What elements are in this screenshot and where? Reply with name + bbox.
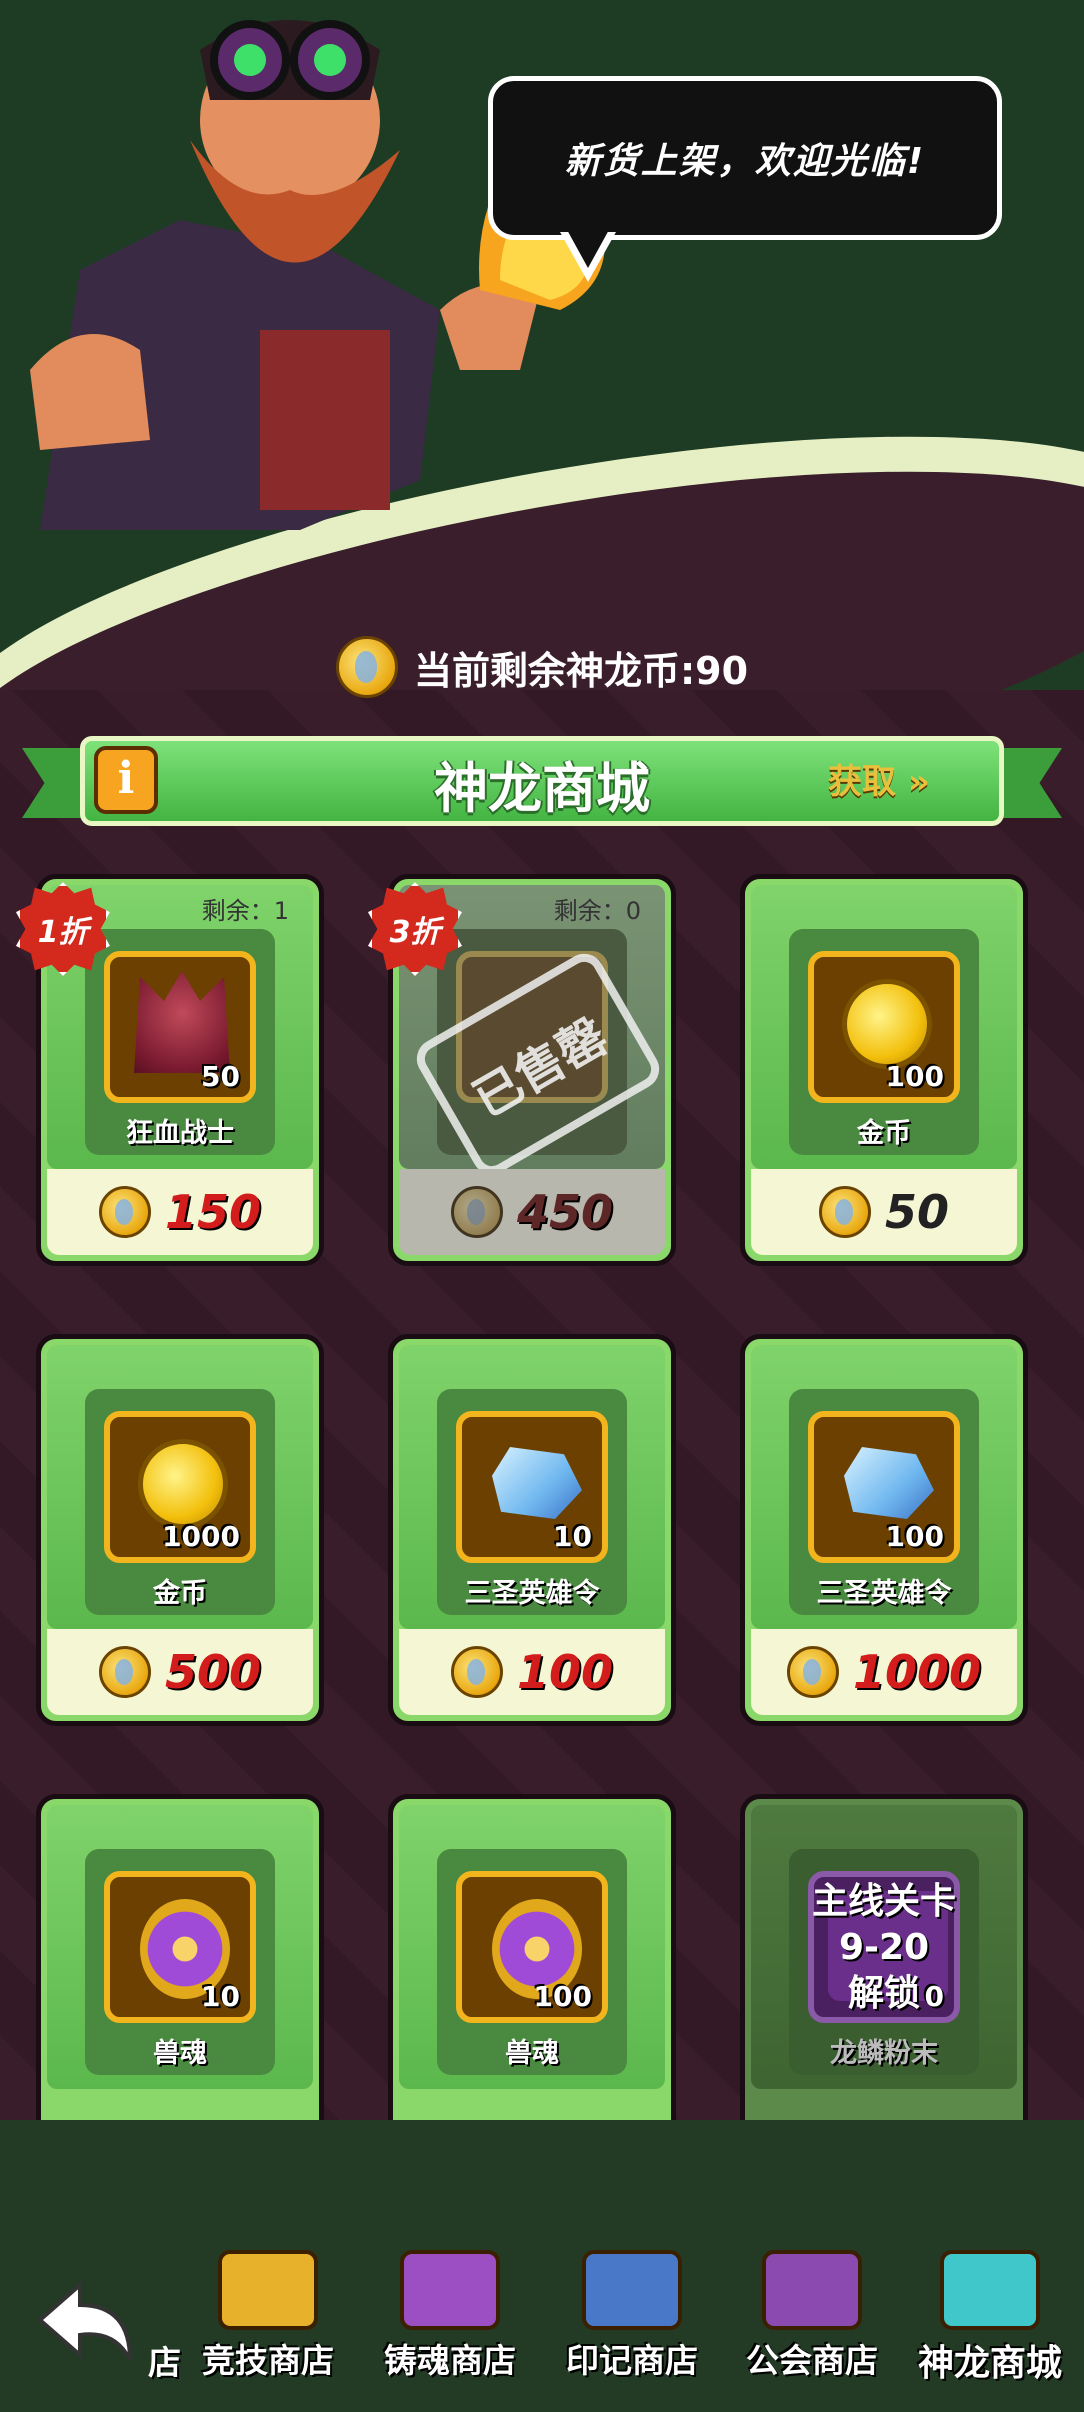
price-bar: 150 [47,1169,313,1255]
tab-label: 神龙商城 [917,2343,1062,2384]
gold-coin-icon [138,1439,228,1529]
speech-text: 新货上架，欢迎光临! [564,141,926,182]
price-bar: 450 [399,1169,665,1255]
item-quantity: 1000 [162,1520,240,1553]
tab-mark-shop[interactable]: 印记商店 [542,2250,722,2400]
tab-label: 印记商店 [566,2341,698,2380]
item-quantity: 100 [885,1520,944,1553]
tab-label: 竞技商店 [202,2341,334,2380]
item-quantity: 10 [201,1980,240,2013]
unlock-line: 解锁 [847,1973,920,2014]
currency-balance: 当前剩余神龙币:90 [0,636,1084,698]
tab-dragon-shop[interactable]: 神龙商城 [900,2250,1080,2400]
chest-icon [400,2250,500,2330]
dragon-coin-icon [335,636,398,698]
remaining-count: 剩余：1 [201,897,289,925]
price-bar: 100 [399,1629,665,1715]
speech-bubble-tail-inner [566,228,610,268]
unlock-requirement: 主线关卡 9-20 解锁 [745,1879,1023,2017]
dragon-coin-icon [818,1186,871,1238]
item-name: 兽魂 [153,2038,207,2069]
item-frame: 10 [456,1411,608,1563]
item-quantity: 50 [201,1060,240,1093]
tab-arena-shop[interactable]: 竞技商店 [178,2250,358,2400]
price-bar: 1000 [751,1629,1017,1715]
shop-item-card[interactable]: 10 三圣英雄令 100 [388,1334,676,1726]
item-price: 100 [516,1645,614,1699]
tab-guild-shop[interactable]: 公会商店 [722,2250,902,2400]
gold-coin-icon [842,979,932,1069]
chest-icon [582,2250,682,2330]
tab-soulforge-shop[interactable]: 铸魂商店 [360,2250,540,2400]
remaining-count: 剩余：0 [553,897,641,925]
dragon-coin-icon [450,1646,503,1698]
item-name: 龙鳞粉末 [830,2038,938,2069]
price-bar: 500 [47,1629,313,1715]
back-arrow-icon [36,2280,132,2361]
unlock-line: 主线关卡 [811,1881,956,1922]
crystal-icon [492,1447,582,1519]
shop-item-card[interactable]: 1000 金币 500 [36,1334,324,1726]
back-button[interactable] [30,2280,140,2370]
item-name: 兽魂 [505,2038,559,2069]
tab-label: 铸魂商店 [384,2341,516,2380]
get-currency-button[interactable]: 获取 » [828,754,930,803]
item-frame: 50 [104,951,256,1103]
balance-text: 当前剩余神龙币:90 [413,648,749,693]
price-bar: 50 [751,1169,1017,1255]
item-frame: 100 [456,1871,608,2023]
header-scene: 新货上架，欢迎光临! [0,0,1084,690]
item-price: 150 [164,1185,262,1239]
item-name: 三圣英雄令 [464,1578,600,1609]
dragon-coin-icon [98,1646,151,1698]
dragon-coin-icon [786,1646,839,1698]
item-frame: 100 [808,951,960,1103]
shop-title-banner: i 神龙商城 获取 » [22,736,1062,826]
speech-bubble: 新货上架，欢迎光临! [488,76,1002,240]
item-name: 狂血战士 [126,1118,234,1149]
item-quantity: 100 [885,1060,944,1093]
dragon-coin-icon [450,1186,503,1238]
stall-icon [762,2250,862,2330]
dragon-coin-icon [98,1186,151,1238]
shop-item-card[interactable]: 100 三圣英雄令 1000 [740,1334,1028,1726]
item-price: 50 [884,1185,949,1239]
item-quantity: 10 [553,1520,592,1553]
item-price: 450 [516,1185,614,1239]
item-quantity: 100 [533,1980,592,2013]
chest-icon [218,2250,318,2330]
nav-tab-partial[interactable]: 店 [148,2336,181,2384]
crystal-icon [844,1447,934,1519]
item-price: 500 [164,1645,262,1699]
bottom-nav: 店 竞技商店 铸魂商店 印记商店 公会商店 神龙商城 [0,2120,1084,2412]
tab-label: 公会商店 [746,2341,878,2380]
item-frame: 100 [808,1411,960,1563]
shop-item-card[interactable]: 100 金币 50 [740,874,1028,1266]
item-frame: 1000 [104,1411,256,1563]
item-frame: 10 [104,1871,256,2023]
item-price: 1000 [852,1645,982,1699]
item-name: 三圣英雄令 [816,1578,952,1609]
item-name: 金币 [857,1118,911,1149]
unlock-line: 9-20 [838,1927,930,1968]
chest-icon [940,2250,1040,2330]
item-name: 金币 [153,1578,207,1609]
